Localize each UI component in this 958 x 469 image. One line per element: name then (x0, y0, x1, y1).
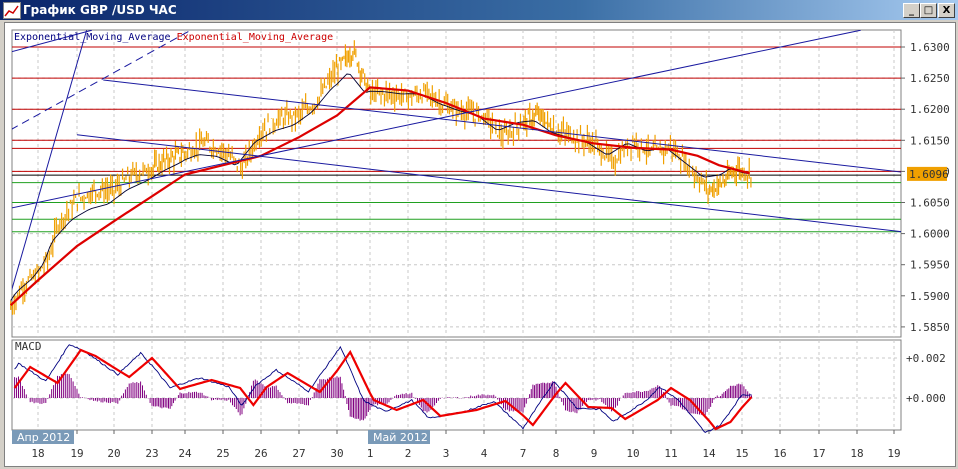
current-price-label: 1.6096 (909, 168, 949, 181)
x-tick-label: 9 (591, 447, 598, 460)
x-tick-label: 15 (735, 447, 748, 460)
x-tick-label: 3 (443, 447, 450, 460)
x-tick-label: 14 (702, 447, 716, 460)
x-tick-label: 11 (664, 447, 677, 460)
x-tick-label: 2 (405, 447, 412, 460)
y-tick-label: 1.6150 (910, 134, 950, 147)
x-tick-label: 20 (107, 447, 120, 460)
legend: Exponential_Moving_Average Exponential_M… (14, 32, 333, 43)
x-tick-label: 7 (520, 447, 527, 460)
x-tick-label: 1 (367, 447, 374, 460)
month-label: Май 2012 (373, 431, 428, 444)
y-tick-label: 1.6200 (910, 103, 950, 116)
x-tick-label: 10 (626, 447, 639, 460)
x-tick-label: 18 (850, 447, 863, 460)
y-tick-label: 1.6050 (910, 197, 950, 210)
x-tick-label: 4 (481, 447, 488, 460)
macd-tick-label: +0.000 (906, 392, 946, 405)
macd-panel (11, 339, 902, 431)
x-tick-label: 19 (70, 447, 83, 460)
macd-label: MACD (15, 340, 42, 353)
x-tick-label: 25 (216, 447, 229, 460)
x-tick-label: 19 (887, 447, 900, 460)
y-tick-label: 1.6000 (910, 228, 950, 241)
y-tick-label: 1.5850 (910, 321, 950, 334)
x-tick-label: 30 (330, 447, 343, 460)
legend-ema-blue: Exponential_Moving_Average (14, 32, 171, 43)
y-tick-label: 1.6250 (910, 72, 950, 85)
x-tick-label: 17 (812, 447, 825, 460)
price-panel (11, 29, 902, 338)
x-tick-label: 27 (292, 447, 305, 460)
x-tick-label: 18 (31, 447, 44, 460)
legend-ema-red: Exponential_Moving_Average (176, 32, 334, 43)
price-chart[interactable]: 18 19 20 23 24 25 26 27 30 1 2 3 4 7 8 9 10 11 14 15 16 17 18 1… (0, 0, 958, 469)
y-tick-label: 1.5950 (910, 259, 950, 272)
month-label: Апр 2012 (17, 431, 70, 444)
macd-tick-label: +0.002 (906, 352, 946, 365)
x-tick-label: 16 (773, 447, 786, 460)
x-tick-label: 8 (553, 447, 560, 460)
y-tick-label: 1.6300 (910, 41, 950, 54)
x-tick-label: 26 (254, 447, 267, 460)
y-tick-label: 1.5900 (910, 290, 950, 303)
x-tick-label: 24 (178, 447, 192, 460)
x-tick-label: 23 (145, 447, 158, 460)
